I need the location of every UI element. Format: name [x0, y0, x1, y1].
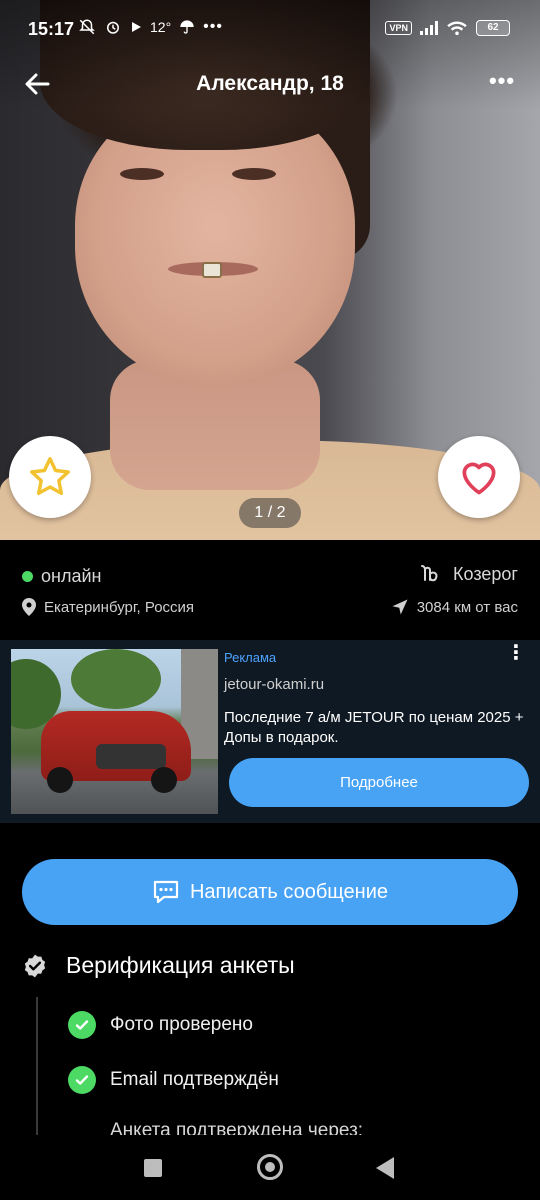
distance-label: 3084 км от вас: [416, 598, 518, 616]
signal-icon: [420, 21, 438, 35]
status-right-icons: VPN 62: [385, 20, 510, 36]
status-temperature: 12°: [150, 19, 172, 35]
ad-text: Последние 7 а/м JETOUR по ценам 2025 + Д…: [224, 709, 524, 746]
online-dot-icon: [22, 571, 33, 582]
alarm-icon: [107, 21, 119, 34]
ad-options-icon[interactable]: ⋮: [506, 643, 526, 670]
zodiac-label: Козерог: [453, 563, 518, 584]
verification-line: [36, 997, 38, 1137]
ad-image-part: [71, 649, 161, 709]
verification-heading: Верификация анкеты: [22, 952, 295, 979]
location: Екатеринбург, Россия: [22, 598, 194, 616]
recents-button[interactable]: [144, 1159, 162, 1177]
status-bar: 15:17 12° ••• VPN 62: [0, 0, 540, 60]
system-nav-bar: [0, 1135, 540, 1200]
photo-part: [120, 168, 164, 180]
status-time: 15:17: [28, 19, 75, 39]
ad-banner[interactable]: Реклама ⋮ jetour-okami.ru Последние 7 а/…: [0, 640, 540, 823]
battery-icon: 62: [476, 20, 510, 36]
verification-title: Верификация анкеты: [66, 952, 295, 978]
zodiac-sign: Козерог: [419, 562, 518, 586]
verification-item: Фото проверено: [68, 1011, 253, 1039]
ad-label: Реклама: [224, 650, 277, 665]
profile-title: Александр, 18: [196, 72, 344, 95]
verified-badge-icon: [24, 954, 46, 977]
write-message-button[interactable]: Написать сообщение: [22, 859, 518, 925]
ad-image-part: [151, 767, 177, 793]
mute-notifications-icon: [79, 19, 95, 35]
more-notifications-icon: •••: [203, 18, 223, 35]
vpn-badge: VPN: [385, 21, 412, 35]
wifi-icon: [447, 21, 467, 36]
distance: 3084 км от вас: [391, 598, 518, 616]
photo-pager: 1 / 2: [239, 498, 301, 528]
home-button[interactable]: [257, 1154, 283, 1180]
photo-part: [232, 168, 276, 180]
heart-icon: [462, 462, 496, 495]
online-status: онлайн: [22, 566, 101, 587]
chat-bubble-icon: [153, 880, 179, 904]
status-left-icons: 12° •••: [78, 18, 223, 36]
more-menu-icon[interactable]: •••: [484, 68, 520, 100]
online-label: онлайн: [41, 566, 102, 586]
write-message-label: Написать сообщение: [189, 880, 388, 903]
verification-item-label: Фото проверено: [110, 1014, 253, 1035]
ad-image-part: [96, 744, 166, 769]
check-icon: [68, 1011, 96, 1039]
capricorn-icon: [421, 565, 438, 582]
ad-details-button[interactable]: Подробнее: [229, 758, 529, 807]
star-icon: [30, 457, 70, 496]
favorite-button[interactable]: [9, 436, 91, 518]
check-icon: [68, 1066, 96, 1094]
profile-info: онлайн Козерог Екатеринбург, Россия 3084…: [0, 540, 540, 640]
ad-image[interactable]: [11, 649, 218, 814]
ad-domain[interactable]: jetour-okami.ru: [224, 676, 324, 693]
photo-part: [202, 262, 222, 278]
verification-item-label: Email подтверждён: [110, 1069, 279, 1090]
play-icon: [132, 22, 141, 32]
like-button[interactable]: [438, 436, 520, 518]
system-back-button[interactable]: [376, 1157, 394, 1179]
umbrella-icon: [180, 20, 194, 34]
navigation-arrow-icon: [392, 599, 408, 615]
ad-image-part: [47, 767, 73, 793]
verification-item: Email подтверждён: [68, 1066, 279, 1094]
location-label: Екатеринбург, Россия: [44, 598, 195, 616]
location-pin-icon: [22, 598, 36, 616]
